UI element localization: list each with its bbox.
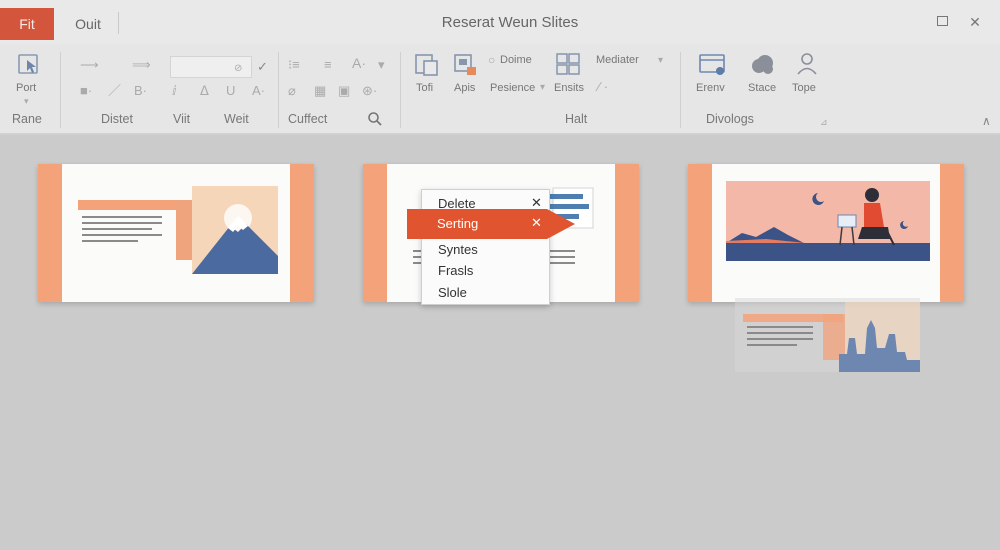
link-icon[interactable]: ⌀ [288,84,296,98]
chevron-down-icon[interactable]: ▾ [378,58,385,72]
color-icon[interactable]: A· [252,84,265,98]
ribbon-divider [680,52,681,128]
browser-icon [699,54,725,75]
stace-button[interactable]: Stace [748,82,776,94]
restore-icon[interactable] [937,16,948,26]
pointer-icon [18,54,38,74]
ribbon: Port ▾ Rane ⟶ ⟹ ⊘ ✓ ■· ／ B· ⅈ ᐃ U A· Dis… [0,44,1000,134]
group-label-halt: Halt [565,112,588,126]
collapse-ribbon-icon[interactable]: ∧ [982,114,991,128]
bullet-icon[interactable]: ■· [80,84,92,98]
layout-icon [415,54,438,76]
ribbon-divider [60,52,61,128]
check-icon[interactable]: ✓ [257,60,268,74]
menu-item-slole[interactable]: Slole [438,285,467,300]
slide-thumbnail-1[interactable] [38,164,314,302]
tofi-button[interactable]: Tofi [416,82,433,94]
close-icon[interactable]: ✕ [966,14,984,30]
tope-button[interactable]: Tope [792,82,816,94]
menu-item-syntes[interactable]: Syntes [438,242,478,257]
slide-accent-band [688,164,712,302]
dialog-launcher-icon[interactable]: ⊿ [820,115,828,129]
mountain-illustration [78,186,278,274]
image-icon [454,54,476,75]
slide-accent-band [615,164,639,302]
ribbon-divider [400,52,401,128]
pen-icon[interactable]: ／ [108,84,121,98]
doime-button[interactable]: Doime [500,54,532,66]
bold-icon[interactable]: B· [134,84,147,98]
context-menu: Delete ✕ Syntes Frasls Slole [421,189,550,305]
slide-accent-band [38,164,62,302]
pen-icon[interactable]: ⁄ · [598,80,608,94]
highlight-arrow [547,209,575,239]
apis-button[interactable]: Apis [454,82,475,94]
ribbon-divider [278,52,279,128]
align-icon[interactable]: ≡ [324,58,332,72]
titlebar-divider [118,12,119,34]
window-title: Reserat Weun Slites [441,14,579,31]
dragged-slide-preview[interactable] [735,298,920,372]
search-icon[interactable] [367,111,383,127]
arrow-right-icon[interactable]: ⟶ [80,58,99,72]
port-button[interactable]: Port [16,82,36,94]
chevron-down-icon[interactable]: ▾ [24,94,29,108]
underline-icon[interactable]: U [226,84,235,98]
format-icon[interactable]: ᐃ [200,84,209,98]
group-label-cuffect: Cuffect [288,112,328,126]
tab-ouit[interactable]: Ouit [70,8,106,40]
slide-accent-band [940,164,964,302]
group-label-weit: Weit [224,112,249,126]
cloud-icon [752,55,773,74]
ensits-button[interactable]: Ensits [554,82,584,94]
picture-icon[interactable]: ▣ [338,84,350,98]
tab-fit[interactable]: Fit [0,8,54,40]
effects-icon[interactable]: ⊛· [362,84,377,98]
slide-accent-band [290,164,314,302]
arrow-right-icon[interactable]: ⟹ [132,58,151,72]
close-icon[interactable]: ✕ [531,215,542,231]
circle-icon: ○ [488,53,496,67]
clear-icon[interactable]: ⊘ [234,62,242,76]
group-label-divologs: Divologs [706,112,754,126]
menu-item-serting-label: Serting [437,216,479,231]
menu-item-frasls[interactable]: Frasls [438,263,473,278]
list-icon[interactable]: ⁝≡ [288,58,300,72]
group-label-distet: Distet [101,112,133,126]
slide-thumbnail-3[interactable] [688,164,964,302]
title-bar: Fit Ouit Reserat Weun Slites ✕ [0,0,1000,44]
grid-icon [556,53,580,75]
group-label-rane: Rane [12,112,42,126]
table-icon[interactable]: ▦ [314,84,326,98]
chevron-down-icon[interactable]: ▾ [540,81,545,95]
chevron-down-icon[interactable]: ▾ [658,54,663,68]
slide-accent-band [363,164,387,302]
erenv-button[interactable]: Erenv [696,82,725,94]
person-laptop-illustration [726,181,930,261]
pesience-button[interactable]: Pesience [490,82,535,94]
person-icon [797,53,817,75]
font-size-icon[interactable]: A· [352,56,366,70]
italic-icon[interactable]: ⅈ [172,84,177,98]
group-label-viit: Viit [173,112,191,126]
mediater-dropdown[interactable]: Mediater [596,54,639,66]
